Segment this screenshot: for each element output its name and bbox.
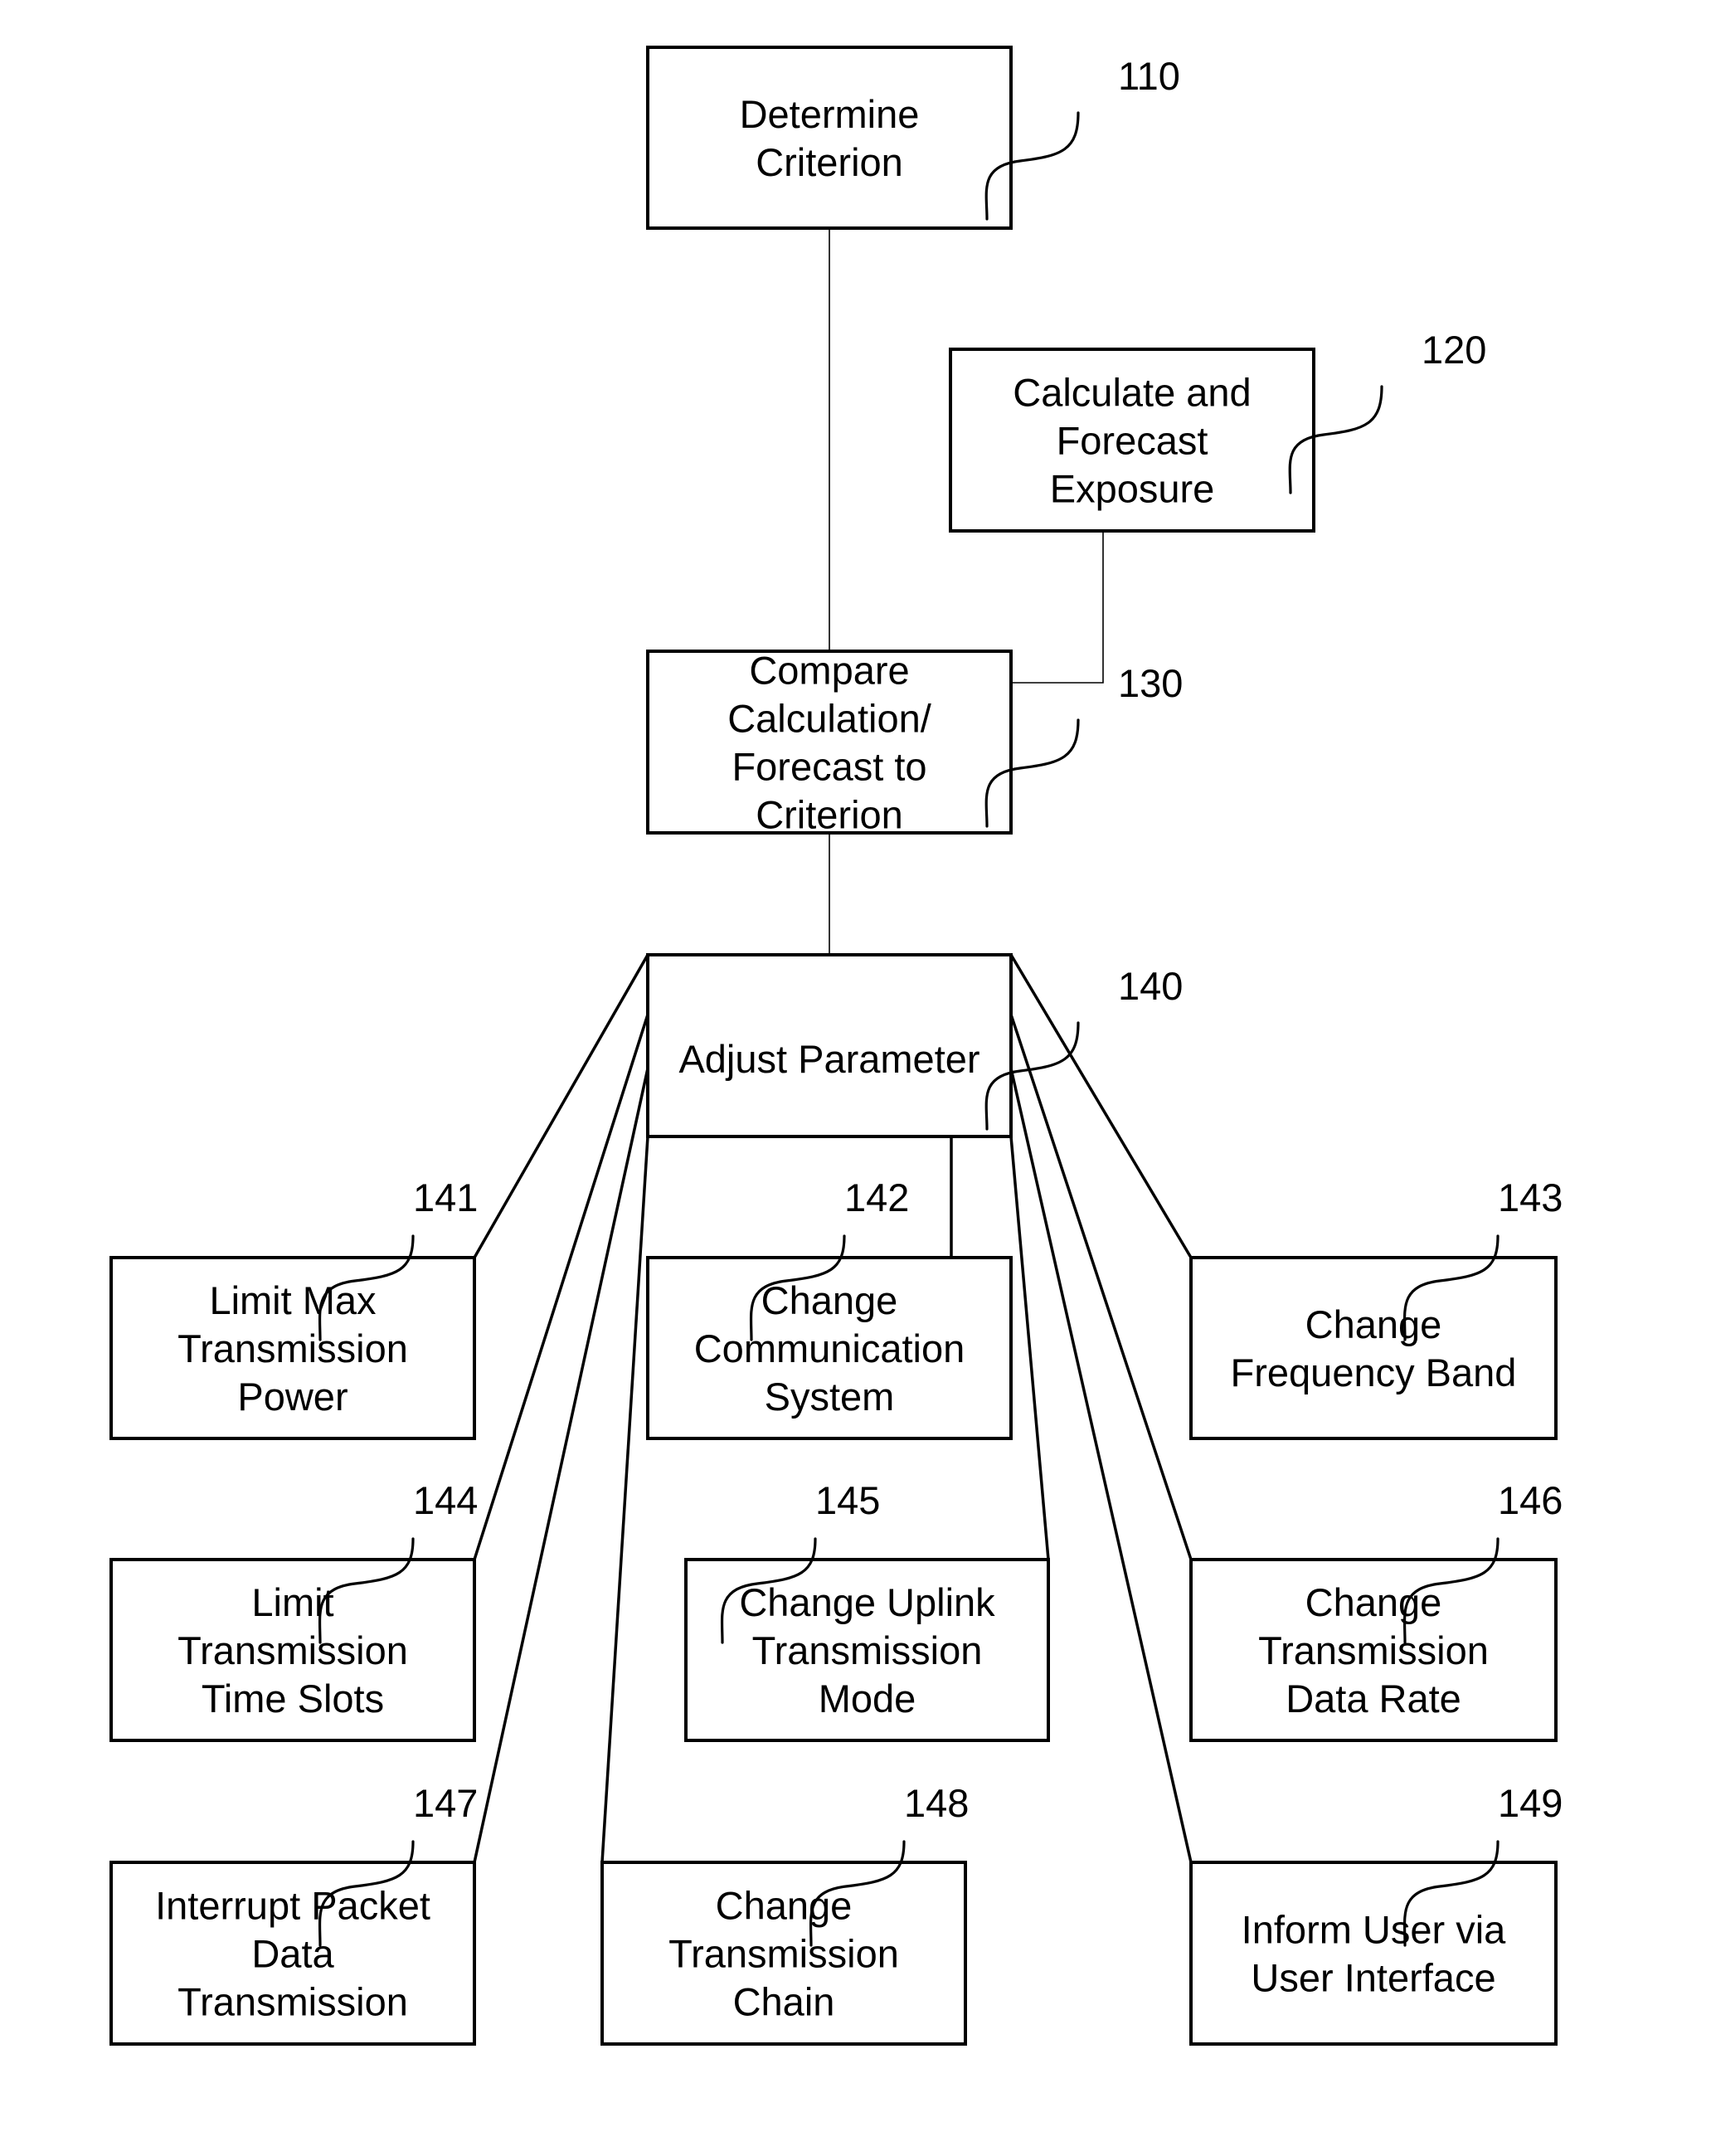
box-label-line: Transmission (177, 1326, 408, 1370)
box-label-line: Determine (740, 92, 920, 136)
box-label-line: Interrupt Packet (155, 1884, 430, 1928)
box-label-line: Data (251, 1932, 334, 1976)
box-label-line: Time Slots (202, 1677, 384, 1720)
box-label-line: System (765, 1375, 895, 1419)
box-label-line: Forecast to (732, 745, 926, 789)
box-label-line: Chain (733, 1980, 835, 2024)
box-label-line: Change (1305, 1580, 1442, 1624)
option-box-144: LimitTransmissionTime Slots144 (109, 1478, 478, 1742)
option-box-148: ChangeTransmissionChain148 (600, 1781, 969, 2046)
reference-numeral: 146 (1498, 1478, 1563, 1522)
edge-140-149 (1009, 1068, 1193, 1863)
option-box-142: ChangeCommunication System 142 (646, 1175, 1013, 1440)
reference-numeral: 120 (1422, 328, 1486, 372)
box-label-line: Criterion (756, 793, 903, 837)
box-label-line: Forecast (1057, 419, 1208, 463)
reference-numeral: 140 (1118, 964, 1183, 1008)
boxes: DetermineCriterion110Calculate andForeca… (109, 46, 1563, 2046)
reference-numeral: 143 (1498, 1175, 1563, 1219)
box-label-line: Transmission (752, 1628, 983, 1672)
box-label-line: Transmission (668, 1932, 899, 1976)
reference-numeral: 144 (413, 1478, 478, 1522)
step-box-120: Calculate andForecastExposure 120 (949, 328, 1486, 533)
box-label-line: Frequency Band (1231, 1351, 1517, 1394)
reference-numeral: 145 (815, 1478, 880, 1522)
edge-140-144 (473, 1014, 649, 1560)
box-label-line: Calculate and (1013, 371, 1251, 415)
reference-numeral: 149 (1498, 1781, 1563, 1825)
edge-120-130 (1011, 531, 1104, 684)
option-box-145: Change UplinkTransmission Mode 145 (684, 1478, 1050, 1742)
box-label-line: Inform User via (1242, 1908, 1506, 1952)
box-label-line: Limit Max (209, 1278, 376, 1322)
flowchart: DetermineCriterion110Calculate andForeca… (109, 46, 1563, 2046)
box-label-line: Adjust Parameter (678, 1037, 979, 1081)
box-label-line: Power (237, 1375, 348, 1419)
box-label-line: Data Rate (1286, 1677, 1461, 1720)
reference-numeral: 148 (904, 1781, 969, 1825)
box-label-line: Change (761, 1278, 898, 1322)
option-box-143: Change Frequency Band 143 (1189, 1175, 1563, 1440)
box-label-line: Transmission (1258, 1628, 1489, 1672)
option-box-147: Interrupt PacketDataTransmission 147 (109, 1781, 478, 2046)
box-label-line: User Interface (1251, 1956, 1495, 2000)
box-label-line: Communication (694, 1326, 965, 1370)
box-label-line: Transmission (177, 1980, 408, 2024)
option-box-141: Limit MaxTransmission Power 141 (109, 1175, 478, 1440)
box-label-line: Compare (749, 649, 909, 693)
reference-numeral: 147 (413, 1781, 478, 1825)
edge-140-146 (1009, 1014, 1193, 1560)
reference-numeral: 141 (413, 1175, 478, 1219)
reference-numeral: 130 (1118, 661, 1183, 705)
edge-140-147 (473, 1068, 649, 1863)
box-label-line: Mode (819, 1677, 916, 1720)
box-label-line: Criterion (756, 140, 903, 184)
reference-numeral: 110 (1118, 54, 1180, 98)
box-label-line: Transmission (177, 1628, 408, 1672)
box-frame (1189, 1256, 1558, 1440)
box-frame (1189, 1861, 1558, 2046)
box-frame (646, 46, 1013, 230)
reference-numeral: 142 (844, 1175, 909, 1219)
step-box-110: DetermineCriterion 110 (646, 46, 1180, 230)
option-box-149: Inform User viaUser Interface 149 (1189, 1781, 1563, 2046)
edge-140-141 (473, 954, 649, 1258)
option-box-146: ChangeTransmission Data Rate 146 (1189, 1478, 1563, 1742)
box-label-line: Calculation/ (727, 697, 932, 741)
box-label-line: Exposure (1050, 467, 1215, 511)
edge-140-145 (1009, 1136, 1050, 1560)
box-label-line: Change Uplink (739, 1580, 995, 1624)
box-label-line: Change (1305, 1302, 1442, 1346)
